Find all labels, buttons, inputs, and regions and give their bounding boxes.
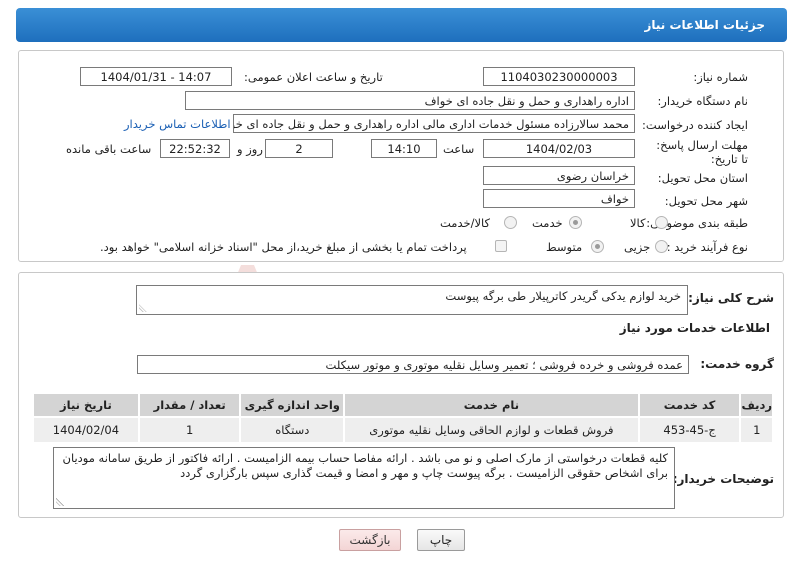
resize-grip-icon[interactable] bbox=[139, 304, 147, 312]
need-number-field: 1104030230000003 bbox=[483, 67, 635, 86]
cell-quantity: 1 bbox=[137, 416, 242, 444]
deadline-time-label: ساعت bbox=[443, 142, 475, 156]
print-button[interactable]: چاپ bbox=[417, 529, 465, 551]
need-summary-label: شرح کلی نیاز: bbox=[688, 291, 774, 305]
category-option-goods-service: کالا/خدمت bbox=[440, 216, 491, 230]
category-radio-service[interactable] bbox=[569, 216, 582, 229]
deadline-date-field: 1404/02/03 bbox=[483, 139, 635, 158]
deadline-label: مهلت ارسال پاسخ: تا تاریخ: bbox=[656, 138, 748, 166]
announce-date-field: 1404/01/31 - 14:07 bbox=[80, 67, 232, 86]
days-remaining-field: 2 bbox=[265, 139, 333, 158]
need-number-label: شماره نیاز: bbox=[693, 70, 748, 84]
page-title: جزئیات اطلاعات نیاز bbox=[644, 18, 765, 32]
need-summary-text: خرید لوازم یدکی گریدر کاترپیلار طی برگه … bbox=[445, 289, 681, 303]
service-group-label: گروه خدمت: bbox=[700, 357, 774, 371]
buyer-org-label: نام دستگاه خریدار: bbox=[657, 94, 748, 108]
cell-need-date: 1404/02/04 bbox=[32, 416, 140, 444]
category-option-service: خدمت bbox=[532, 216, 563, 230]
buyer-contact-link[interactable]: اطلاعات تماس خریدار bbox=[124, 117, 231, 131]
cell-service-name: فروش قطعات و لوازم الحاقی وسایل نقلیه مو… bbox=[343, 416, 640, 444]
days-label: روز و bbox=[237, 142, 263, 156]
remaining-time-field: 22:52:32 bbox=[160, 139, 230, 158]
table-header-row: ردیف کد خدمت نام خدمت واحد اندازه گیری ت… bbox=[32, 392, 774, 418]
requester-label: ایجاد کننده درخواست: bbox=[642, 118, 748, 132]
cell-row-number: 1 bbox=[739, 416, 774, 444]
process-radio-minor[interactable] bbox=[655, 240, 668, 253]
resize-grip-icon[interactable] bbox=[56, 498, 64, 506]
process-radio-medium[interactable] bbox=[591, 240, 604, 253]
treasury-payment-note: پرداخت تمام یا بخشی از مبلغ خرید،از محل … bbox=[100, 240, 467, 254]
service-group-field: عمده فروشی و خرده فروشی ؛ تعمیر وسایل نق… bbox=[137, 355, 689, 374]
process-option-minor: جزیی bbox=[624, 240, 651, 254]
province-label: استان محل تحویل: bbox=[657, 171, 748, 185]
col-unit: واحد اندازه گیری bbox=[239, 392, 346, 418]
requester-field: محمد سالارزاده مسئول خدمات اداری مالی اد… bbox=[233, 114, 635, 133]
city-label: شهر محل تحویل: bbox=[664, 194, 748, 208]
city-field: خواف bbox=[483, 189, 635, 208]
category-radio-goods-service[interactable] bbox=[504, 216, 517, 229]
table-row: 1 ج-45-453 فروش قطعات و لوازم الحاقی وسا… bbox=[32, 416, 774, 444]
category-option-goods: کالا bbox=[630, 216, 646, 230]
cell-unit: دستگاه bbox=[239, 416, 346, 444]
col-need-date: تاریخ نیاز bbox=[32, 392, 140, 418]
treasury-payment-checkbox[interactable] bbox=[495, 240, 507, 252]
page-header: جزئیات اطلاعات نیاز bbox=[16, 8, 787, 42]
col-row-number: ردیف bbox=[739, 392, 774, 418]
services-table: ردیف کد خدمت نام خدمت واحد اندازه گیری ت… bbox=[32, 392, 774, 444]
cell-service-code: ج-45-453 bbox=[637, 416, 742, 444]
announce-label: تاریخ و ساعت اعلان عمومی: bbox=[244, 70, 383, 84]
process-option-medium: متوسط bbox=[546, 240, 583, 254]
province-field: خراسان رضوی bbox=[483, 166, 635, 185]
buyer-notes-label: توضیحات خریدار: bbox=[672, 472, 774, 486]
deadline-time-field: 14:10 bbox=[371, 139, 437, 158]
col-quantity: تعداد / مقدار bbox=[137, 392, 242, 418]
buyer-notes-text: کلیه قطعات درخواستی از مارک اصلی و نو می… bbox=[62, 451, 669, 480]
need-summary-field: خرید لوازم یدکی گریدر کاترپیلار طی برگه … bbox=[136, 285, 688, 315]
remaining-time-label: ساعت باقی مانده bbox=[66, 142, 152, 156]
services-section-title: اطلاعات خدمات مورد نیاز bbox=[619, 321, 770, 335]
back-button[interactable]: بازگشت bbox=[339, 529, 401, 551]
buyer-org-field: اداره راهداری و حمل و نقل جاده ای خواف bbox=[185, 91, 635, 110]
category-radio-goods[interactable] bbox=[655, 216, 668, 229]
col-service-code: کد خدمت bbox=[637, 392, 742, 418]
buyer-notes-field: کلیه قطعات درخواستی از مارک اصلی و نو می… bbox=[53, 447, 675, 509]
process-label: نوع فرآیند خرید : bbox=[666, 240, 748, 254]
col-service-name: نام خدمت bbox=[343, 392, 640, 418]
